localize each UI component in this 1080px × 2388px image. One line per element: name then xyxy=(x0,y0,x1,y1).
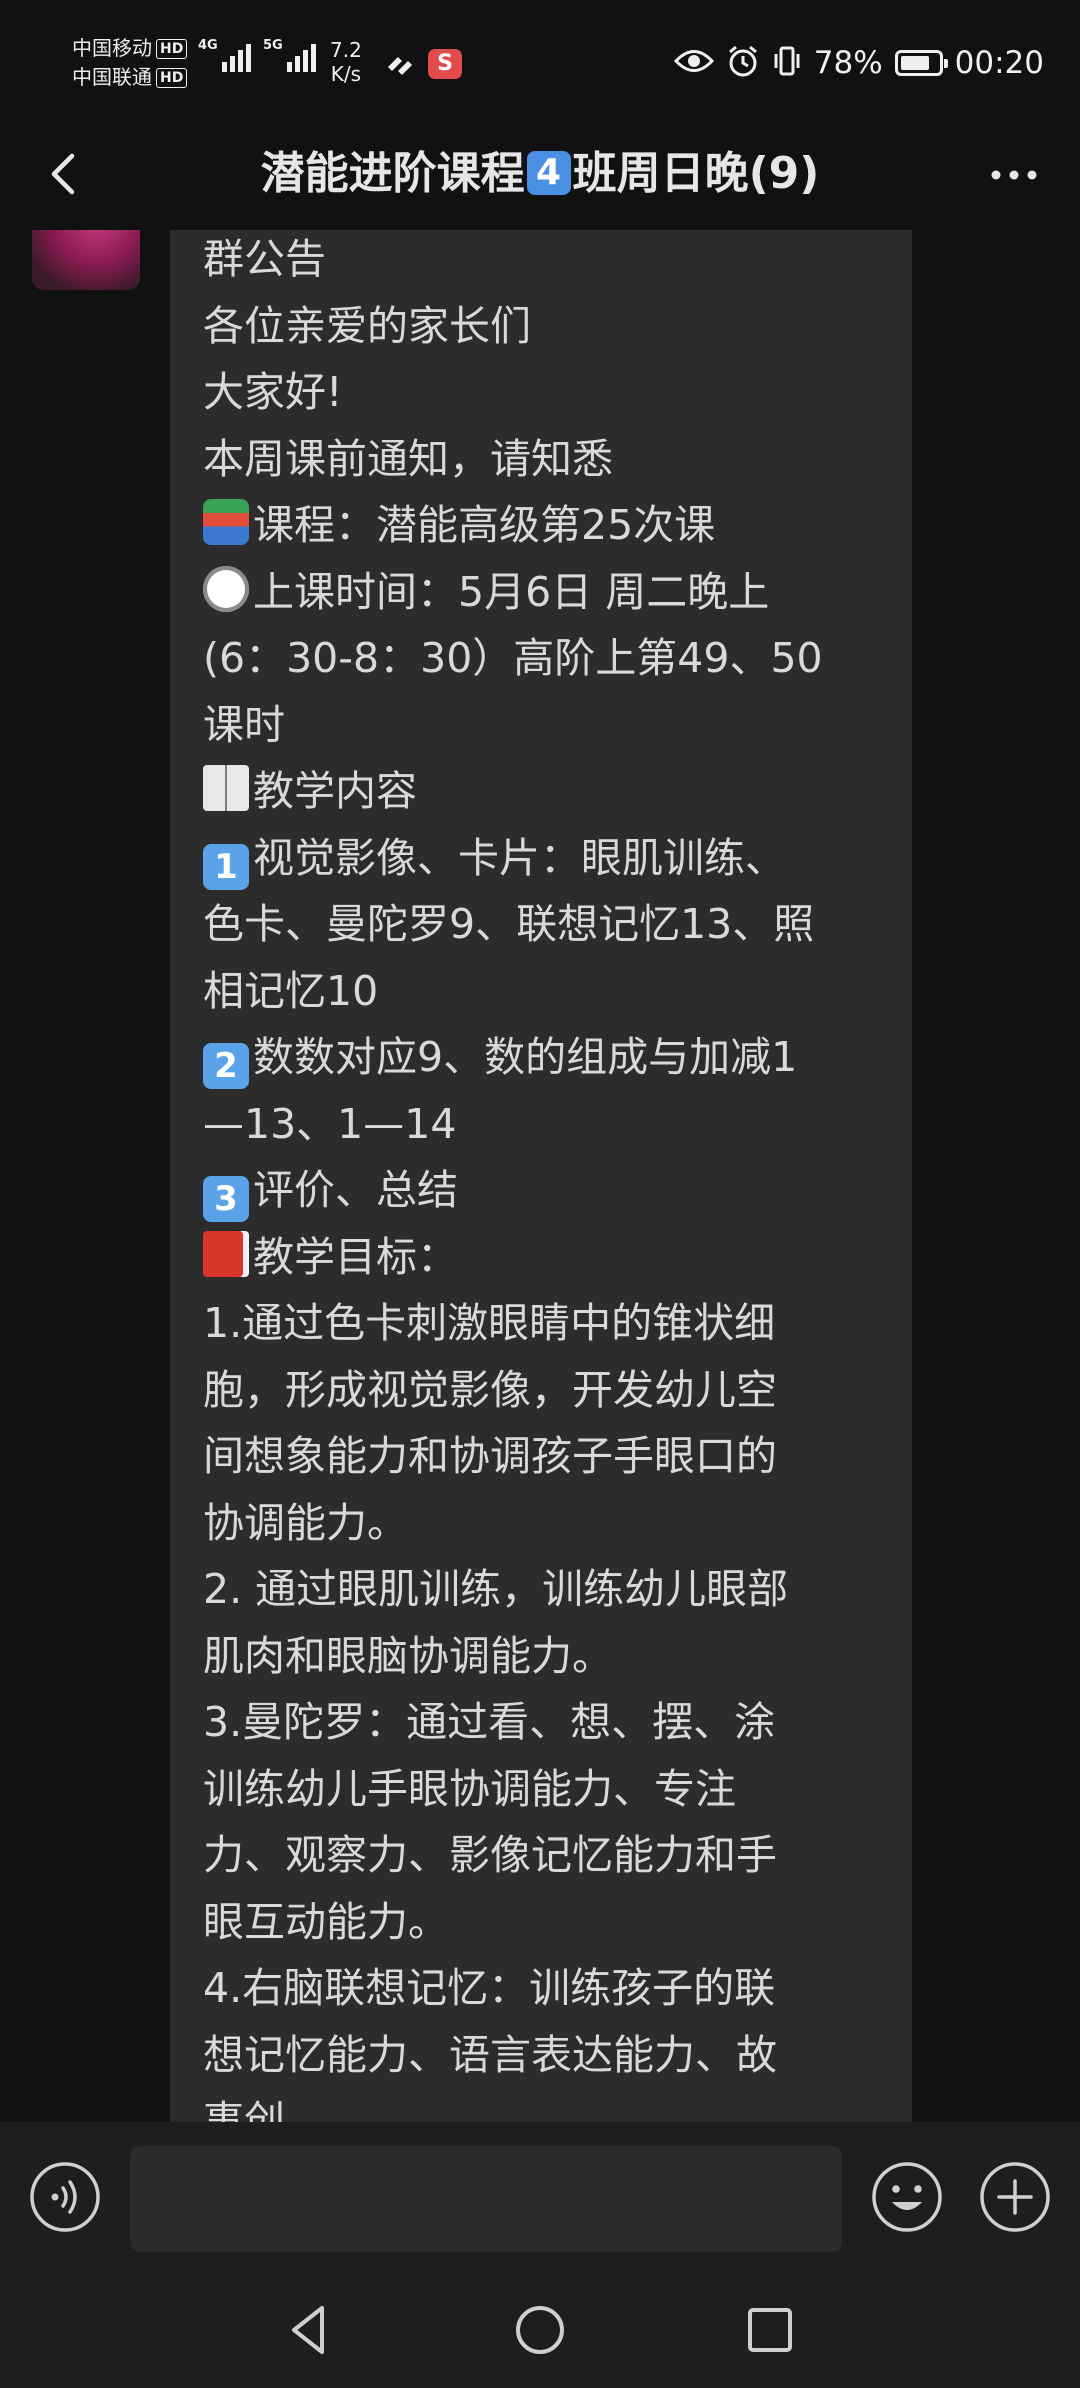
wechat-chat-screen: 中国移动 HD 中国联通 HD 4G 5G 7.2 K/s S 78% 00:2… xyxy=(0,0,1080,2388)
message-line: 肌肉和眼脑协调能力。 xyxy=(203,1631,613,1680)
signal-4g-icon: 4G xyxy=(198,38,251,72)
message-line: 协调能力。 xyxy=(203,1498,408,1547)
open-book-icon xyxy=(203,765,249,811)
emoji-icon xyxy=(872,2162,942,2232)
message-line: 2. 通过眼肌训练，训练幼儿眼部 xyxy=(203,1565,789,1613)
vibrate-icon xyxy=(772,44,802,82)
battery-percent: 78% xyxy=(813,45,883,81)
keycap-4-icon: 4 xyxy=(526,151,571,195)
speed-value: 7.2 xyxy=(330,38,362,62)
message-line: 4.右脑联想记忆：训练孩子的联 xyxy=(203,1964,776,2012)
speed-unit: K/s xyxy=(330,62,362,86)
more-dots-icon xyxy=(991,170,1037,180)
status-bar: 中国移动 HD 中国联通 HD 4G 5G 7.2 K/s S 78% 00:2… xyxy=(0,0,1080,122)
chat-header: 潜能进阶课程 4 班周日晚(9) xyxy=(0,122,1080,230)
message-line: 教学内容 xyxy=(203,758,893,825)
message-line: 群公告 xyxy=(203,235,326,283)
message-line: 色卡、曼陀罗9、联想记忆13、照 xyxy=(203,900,815,948)
message-line: 上课时间：5月6日 周二晚上 xyxy=(203,559,893,626)
vpn-icon xyxy=(384,49,418,79)
eye-icon xyxy=(673,48,714,78)
plus-icon xyxy=(980,2162,1050,2232)
message-input[interactable] xyxy=(130,2146,842,2252)
chat-title-prefix: 潜能进阶课程 xyxy=(260,148,525,199)
stopwatch-icon xyxy=(203,565,249,612)
battery-icon xyxy=(894,50,948,76)
books-icon xyxy=(203,499,249,545)
message-line: 大家好! xyxy=(203,368,343,416)
alarm-icon xyxy=(726,44,760,82)
square-recents-icon xyxy=(748,2308,792,2352)
message-line: 相记忆10 xyxy=(203,966,379,1015)
keycap-2-icon: 2 xyxy=(203,1043,249,1089)
message-line: 课程：潜能高级第25次课 xyxy=(203,492,893,559)
message-line: 力、观察力、影像记忆能力和手 xyxy=(203,1831,777,1879)
chat-title-suffix: 班周日晚(9) xyxy=(572,148,820,199)
chat-title: 潜能进阶课程 4 班周日晚(9) xyxy=(0,142,1080,206)
status-right: 78% 00:20 xyxy=(673,44,1044,82)
hd-badge: HD xyxy=(156,67,188,88)
message-line: 1 视觉影像、卡片：眼肌训练、 xyxy=(203,825,893,892)
message-line: 训练幼儿手眼协调能力、专注 xyxy=(203,1764,736,1813)
carrier-2-label: 中国联通 xyxy=(72,65,152,89)
more-button[interactable] xyxy=(984,152,1044,198)
message-line: 想记忆能力、语言表达能力、故 xyxy=(203,2030,777,2079)
system-nav-bar xyxy=(0,2274,1080,2388)
app-notification-icon: S xyxy=(428,49,462,79)
keycap-1-icon: 1 xyxy=(203,843,249,890)
message-line: 3.曼陀罗：通过看、想、摆、涂 xyxy=(203,1698,776,1746)
plus-button[interactable] xyxy=(978,2160,1052,2234)
nav-back-button[interactable] xyxy=(278,2298,342,2362)
voice-button[interactable] xyxy=(28,2160,102,2234)
message-line: 1.通过色卡刺激眼睛中的锥状细 xyxy=(203,1299,776,1347)
voice-icon xyxy=(30,2162,100,2232)
carrier-1-label: 中国移动 xyxy=(72,36,152,60)
keycap-3-icon: 3 xyxy=(203,1176,249,1222)
emoji-button[interactable] xyxy=(870,2160,944,2234)
nav-recents-button[interactable] xyxy=(738,2298,802,2362)
circle-home-icon xyxy=(516,2306,564,2354)
message-line: 各位亲爱的家长们 xyxy=(203,301,531,350)
message-line: 间想象能力和协调孩子手眼口的 xyxy=(203,1432,777,1480)
nav-home-button[interactable] xyxy=(508,2298,572,2362)
network-speed: 7.2 K/s xyxy=(330,38,362,86)
message-line: 眼互动能力。 xyxy=(203,1897,449,1946)
sender-avatar[interactable] xyxy=(32,230,140,290)
message-line: 课时 xyxy=(203,700,285,749)
signal-5g-icon: 5G xyxy=(263,38,316,72)
hd-badge: HD xyxy=(156,38,188,59)
carrier-info: 中国移动 HD 中国联通 HD xyxy=(72,34,197,92)
message-line: 2 数数对应9、数的组成与加减1 xyxy=(203,1024,893,1091)
message-line: 胞，形成视觉影像，开发幼儿空 xyxy=(203,1365,777,1414)
message-line: 本周课前通知，请知悉 xyxy=(203,434,613,483)
chat-message-list[interactable]: 群公告 各位亲爱的家长们 大家好! 本周课前通知，请知悉 课程：潜能高级第25次… xyxy=(0,230,1080,2122)
input-bar xyxy=(0,2122,1080,2274)
triangle-back-icon xyxy=(292,2306,324,2354)
message-line: (6：30-8：30）高阶上第49、50 xyxy=(203,634,823,682)
signal-group: 4G 5G xyxy=(198,38,316,72)
announcement-message: 群公告 各位亲爱的家长们 大家好! 本周课前通知，请知悉 课程：潜能高级第25次… xyxy=(203,230,893,2122)
red-book-icon xyxy=(203,1230,249,1277)
battery-fill xyxy=(900,56,929,70)
clock: 00:20 xyxy=(954,45,1044,81)
message-line: —13、1—14 xyxy=(203,1099,457,1148)
message-line: 3 评价、总结 xyxy=(203,1157,893,1224)
message-line: 事创 xyxy=(203,2097,285,2122)
message-line: 教学目标： xyxy=(203,1224,893,1291)
